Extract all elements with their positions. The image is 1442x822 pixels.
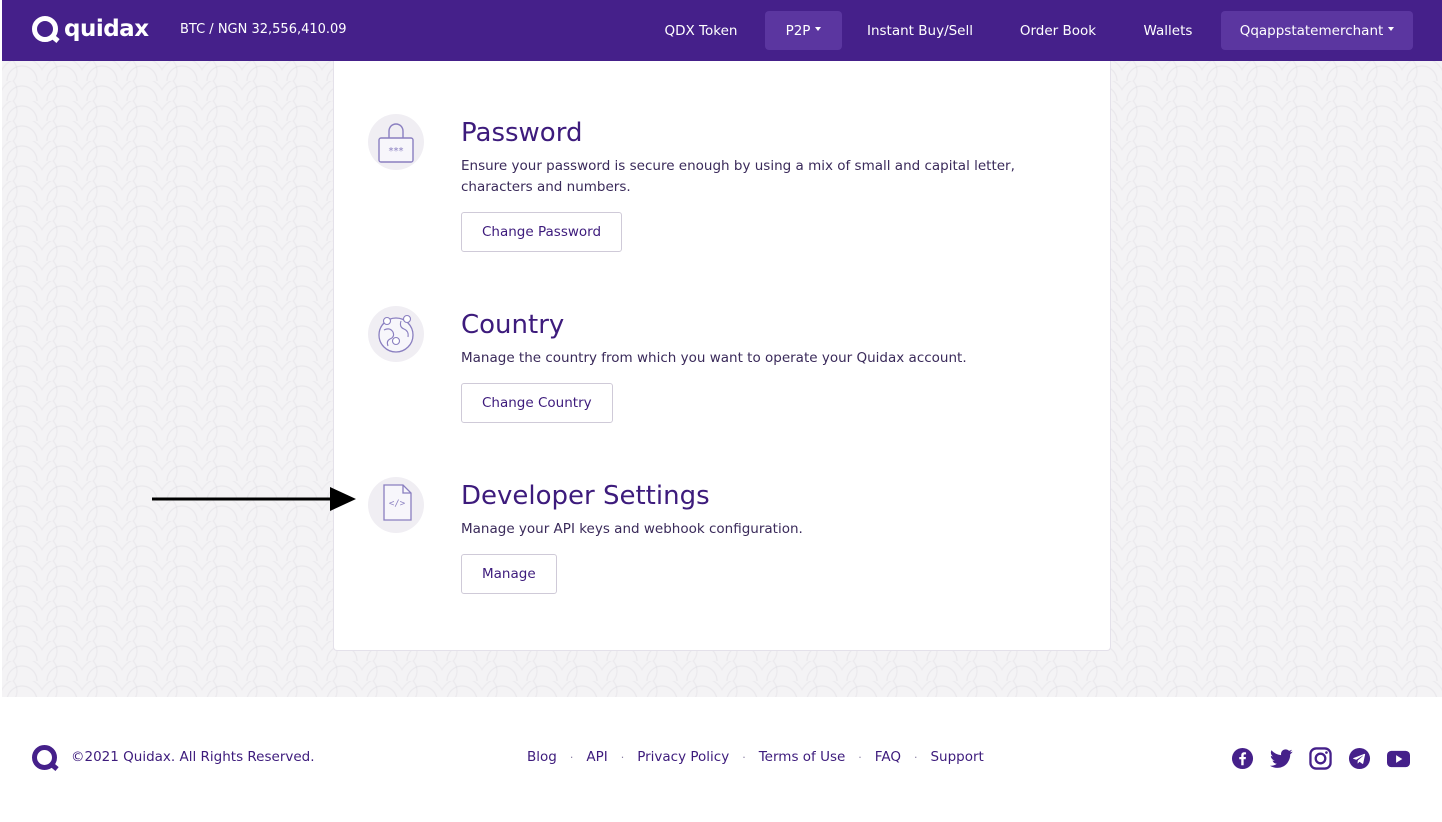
nav-account-label: Qqappstatemerchant xyxy=(1239,22,1384,39)
logo-text: quidax xyxy=(64,16,149,42)
social-links xyxy=(1231,747,1410,770)
svg-text:</>: </> xyxy=(389,499,406,509)
nav-qdx-token[interactable]: QDX Token xyxy=(650,11,752,50)
facebook-icon[interactable] xyxy=(1231,747,1254,770)
change-country-button[interactable]: Change Country xyxy=(461,383,613,423)
password-title: Password xyxy=(461,118,583,148)
nav-order-book[interactable]: Order Book xyxy=(1005,11,1111,50)
globe-icon xyxy=(368,306,424,362)
footer-link-blog[interactable]: Blog xyxy=(527,749,557,765)
nav-p2p-label: P2P xyxy=(785,22,811,39)
quidax-logo-mark-icon xyxy=(32,16,58,42)
telegram-icon[interactable] xyxy=(1348,747,1371,770)
separator-dot: · xyxy=(858,750,862,764)
footer-link-privacy-policy[interactable]: Privacy Policy xyxy=(637,749,729,765)
separator-dot: · xyxy=(913,750,918,764)
top-navbar: quidax BTC / NGN 32,556,410.09 QDX Token… xyxy=(2,0,1442,61)
country-title: Country xyxy=(461,310,565,340)
developer-settings-description: Manage your API keys and webhook configu… xyxy=(461,521,803,537)
nav-instant-buy-sell-label: Instant Buy/Sell xyxy=(866,22,973,39)
nav-instant-buy-sell[interactable]: Instant Buy/Sell xyxy=(855,11,985,50)
password-description: Ensure your password is secure enough by… xyxy=(461,158,1015,195)
developer-settings-title: Developer Settings xyxy=(461,481,710,511)
footer: ©2021 Quidax. All Rights Reserved. Blog … xyxy=(0,697,1442,822)
footer-link-faq[interactable]: FAQ xyxy=(875,749,901,765)
copyright-text: ©2021 Quidax. All Rights Reserved. xyxy=(71,749,315,765)
chevron-down-icon xyxy=(815,26,822,31)
nav-order-book-label: Order Book xyxy=(1019,22,1097,39)
footer-link-api[interactable]: API xyxy=(586,749,607,765)
settings-card: *** Password Ensure your password is sec… xyxy=(333,61,1111,651)
nav-qdx-token-label: QDX Token xyxy=(664,22,738,39)
instagram-icon[interactable] xyxy=(1309,747,1332,770)
arrow-right-icon xyxy=(152,487,356,511)
nav-wallets-label: Wallets xyxy=(1143,22,1193,39)
footer-links: Blog · API · Privacy Policy · Terms of U… xyxy=(527,749,984,765)
youtube-icon[interactable] xyxy=(1387,747,1410,770)
separator-dot: · xyxy=(569,750,574,764)
code-file-icon: </> xyxy=(368,477,424,533)
quidax-footer-logo-icon xyxy=(32,745,57,770)
twitter-icon[interactable] xyxy=(1270,747,1293,770)
change-password-button[interactable]: Change Password xyxy=(461,212,623,252)
footer-link-support[interactable]: Support xyxy=(930,749,983,765)
nav-p2p-dropdown[interactable]: P2P xyxy=(765,11,842,50)
btc-ngn-ticker: BTC / NGN 32,556,410.09 xyxy=(180,22,347,37)
chevron-down-icon xyxy=(1388,26,1395,31)
footer-link-terms-of-use[interactable]: Terms of Use xyxy=(759,749,846,765)
manage-developer-settings-button[interactable]: Manage xyxy=(461,554,557,594)
nav-wallets[interactable]: Wallets xyxy=(1130,11,1206,50)
separator-dot: · xyxy=(620,750,625,764)
country-description: Manage the country from which you want t… xyxy=(461,350,967,366)
nav-account-dropdown[interactable]: Qqappstatemerchant xyxy=(1221,11,1413,50)
separator-dot: · xyxy=(742,750,746,764)
lock-icon: *** xyxy=(368,114,424,170)
quidax-logo[interactable]: quidax xyxy=(32,16,149,42)
svg-text:***: *** xyxy=(389,146,404,157)
